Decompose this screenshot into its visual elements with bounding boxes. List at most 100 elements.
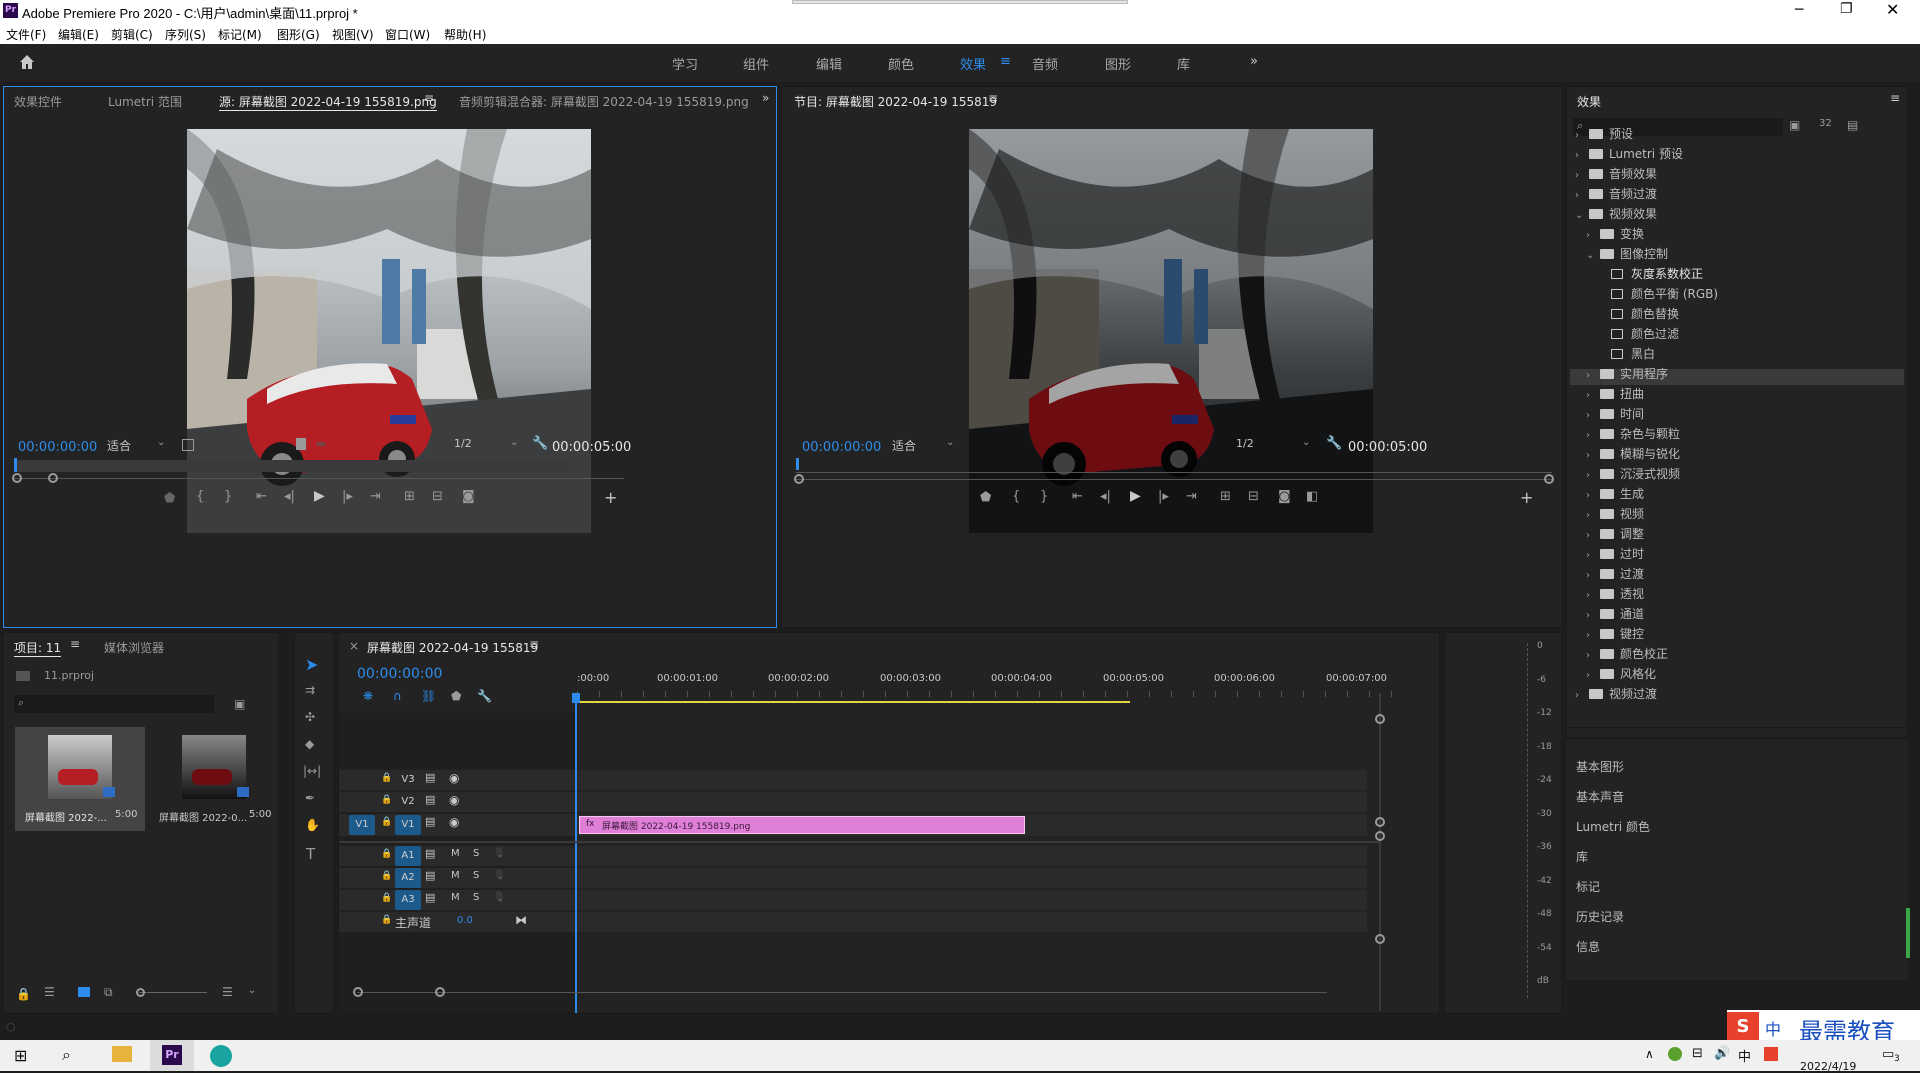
slider-handle[interactable] bbox=[136, 988, 145, 997]
menu-view[interactable]: 视图(V) bbox=[332, 26, 374, 43]
insert-icon[interactable]: ⊞ bbox=[404, 489, 415, 504]
project-search-input[interactable] bbox=[14, 695, 214, 713]
effects-tree-item[interactable]: 颜色平衡 (RGB) bbox=[1597, 285, 1718, 302]
chevron-right-icon[interactable]: › bbox=[1586, 510, 1596, 521]
lock-icon[interactable]: 🔒 bbox=[16, 987, 31, 1001]
track-a2[interactable]: A2 bbox=[395, 868, 421, 888]
chevron-down-icon[interactable]: ⌄ bbox=[1586, 250, 1596, 261]
chevron-right-icon[interactable]: › bbox=[1575, 130, 1585, 141]
chevron-right-icon[interactable]: › bbox=[1586, 470, 1596, 481]
mark-in-icon[interactable]: { bbox=[196, 489, 204, 504]
mark-out-icon[interactable]: } bbox=[1040, 489, 1048, 504]
mute-icon[interactable]: M bbox=[451, 848, 460, 859]
chevron-right-icon[interactable]: › bbox=[1586, 230, 1596, 241]
accelerated-effects-icon[interactable]: ▣ bbox=[1789, 118, 1800, 132]
play-icon[interactable]: ▶ bbox=[1130, 488, 1141, 504]
eye-icon[interactable]: ◉ bbox=[449, 771, 459, 785]
menu-file[interactable]: 文件(F) bbox=[6, 26, 46, 43]
tab-effect-controls[interactable]: 效果控件 bbox=[14, 93, 62, 110]
effects-tree-item[interactable]: › 音频效果 bbox=[1575, 165, 1657, 182]
scroll-indicator[interactable] bbox=[1906, 908, 1910, 958]
safe-margin-icon[interactable] bbox=[182, 439, 194, 451]
linked-selection-icon[interactable]: ⛓ bbox=[421, 689, 436, 703]
master-volume[interactable]: 0.0 bbox=[457, 915, 473, 926]
horizontal-scrollbar[interactable] bbox=[357, 992, 1327, 993]
effects-tree-item[interactable]: ⌄ 视频效果 bbox=[1575, 205, 1657, 222]
program-timecode[interactable]: 00:00:00:00 bbox=[802, 440, 881, 455]
add-button-icon[interactable]: + bbox=[1520, 488, 1533, 507]
chevron-down-icon[interactable]: ⌄ bbox=[946, 437, 954, 448]
hand-tool-icon[interactable]: ✋ bbox=[305, 818, 320, 832]
windows-start-icon[interactable]: ⊞ bbox=[14, 1046, 27, 1065]
thumbnail-size-slider[interactable] bbox=[139, 992, 207, 993]
track-select-tool-icon[interactable]: ⇉ bbox=[305, 683, 315, 697]
overwrite-icon[interactable]: ⊟ bbox=[432, 489, 443, 504]
nest-toggle-icon[interactable]: ❋ bbox=[363, 689, 373, 703]
chevron-right-icon[interactable]: › bbox=[1586, 450, 1596, 461]
menu-marker[interactable]: 标记(M) bbox=[218, 26, 262, 43]
ws-effects[interactable]: 效果 bbox=[960, 54, 986, 73]
maximize-icon[interactable]: ❐ bbox=[1840, 1, 1853, 17]
chevron-down-icon[interactable]: ⌄ bbox=[157, 437, 165, 448]
panel-markers[interactable]: 标记 bbox=[1576, 878, 1600, 895]
step-forward-icon[interactable]: |▸ bbox=[342, 489, 353, 504]
yuv-effects-icon[interactable]: ▤ bbox=[1847, 118, 1858, 132]
effects-tree-item[interactable]: › 音频过渡 bbox=[1575, 185, 1657, 202]
project-menu-icon[interactable]: ≡ bbox=[70, 637, 80, 651]
timeline-timecode[interactable]: 00:00:00:00 bbox=[357, 666, 442, 682]
wrench-icon[interactable]: 🔧 bbox=[532, 436, 548, 451]
toggle-sync-icon[interactable]: ▤ bbox=[425, 869, 435, 882]
more-workspaces-icon[interactable]: » bbox=[1250, 54, 1258, 69]
minimize-icon[interactable]: ─ bbox=[1795, 2, 1803, 18]
add-marker-icon[interactable]: ⬟ bbox=[980, 490, 991, 505]
go-to-out-icon[interactable]: ⇥ bbox=[1186, 489, 1197, 504]
taskbar-date[interactable]: 2022/4/19 bbox=[1800, 1060, 1856, 1073]
ws-assembly[interactable]: 组件 bbox=[743, 54, 769, 73]
chevron-right-icon[interactable]: › bbox=[1586, 610, 1596, 621]
tab-project[interactable]: 项目: 11 bbox=[14, 639, 62, 657]
ws-effects-menu-icon[interactable]: ≡ bbox=[1000, 54, 1011, 69]
effects-tree-item[interactable]: › 通道 bbox=[1586, 605, 1644, 622]
add-marker-icon[interactable]: ⬟ bbox=[164, 491, 175, 506]
source-ratio-select[interactable]: 1/2 bbox=[454, 437, 472, 450]
go-to-in-icon[interactable]: ⇤ bbox=[1072, 489, 1083, 504]
mark-out-icon[interactable]: } bbox=[224, 489, 232, 504]
zoom-handle-right[interactable] bbox=[48, 473, 58, 483]
chevron-right-icon[interactable]: › bbox=[1586, 370, 1596, 381]
chevron-down-icon[interactable]: ⌄ bbox=[1575, 210, 1585, 221]
effects-tree-item[interactable]: › 视频 bbox=[1586, 505, 1644, 522]
track-v1[interactable]: V1 bbox=[395, 815, 421, 835]
camera-icon[interactable]: ◙ bbox=[462, 489, 475, 504]
track-a1[interactable]: A1 bbox=[395, 846, 421, 866]
effects-menu-icon[interactable]: ≡ bbox=[1890, 91, 1900, 105]
ime-indicator[interactable]: 中 bbox=[1738, 1046, 1751, 1065]
menu-window[interactable]: 窗口(W) bbox=[385, 26, 430, 43]
source-playhead[interactable] bbox=[14, 458, 17, 472]
pen-tool-icon[interactable]: ✒ bbox=[305, 791, 315, 805]
mute-icon[interactable]: M bbox=[451, 870, 460, 881]
effects-tree-item[interactable]: › 透视 bbox=[1586, 585, 1644, 602]
program-scrub-bar[interactable] bbox=[796, 472, 1552, 473]
search-icon[interactable]: ⌕ bbox=[62, 1045, 71, 1065]
wrench-icon[interactable]: 🔧 bbox=[1326, 436, 1342, 451]
chevron-right-icon[interactable]: › bbox=[1586, 410, 1596, 421]
effects-tree-item[interactable]: 灰度系数校正 bbox=[1597, 265, 1703, 282]
slip-tool-icon[interactable]: |↔| bbox=[303, 764, 321, 778]
chevron-right-icon[interactable]: › bbox=[1586, 570, 1596, 581]
program-menu-icon[interactable]: ≡ bbox=[988, 91, 998, 105]
track-v2[interactable]: V2 bbox=[395, 792, 421, 812]
effects-tree-item[interactable]: › 时间 bbox=[1586, 405, 1644, 422]
mark-in-icon[interactable]: { bbox=[1012, 489, 1020, 504]
panel-info[interactable]: 信息 bbox=[1576, 938, 1600, 955]
chevron-right-icon[interactable]: › bbox=[1586, 630, 1596, 641]
lock-icon[interactable]: 🔒 bbox=[381, 915, 392, 925]
solo-icon[interactable]: S bbox=[473, 870, 479, 881]
home-icon[interactable] bbox=[17, 52, 37, 72]
ws-libraries[interactable]: 库 bbox=[1177, 54, 1190, 73]
step-forward-icon[interactable]: |▸ bbox=[1158, 489, 1169, 504]
project-item-selected[interactable]: 屏幕截图 2022-... 5:00 bbox=[15, 727, 145, 831]
chevron-right-icon[interactable]: › bbox=[1575, 150, 1585, 161]
chevron-right-icon[interactable]: › bbox=[1575, 190, 1585, 201]
effects-tree-item[interactable]: › 键控 bbox=[1586, 625, 1644, 642]
effects-tree-item[interactable]: › 扭曲 bbox=[1586, 385, 1644, 402]
